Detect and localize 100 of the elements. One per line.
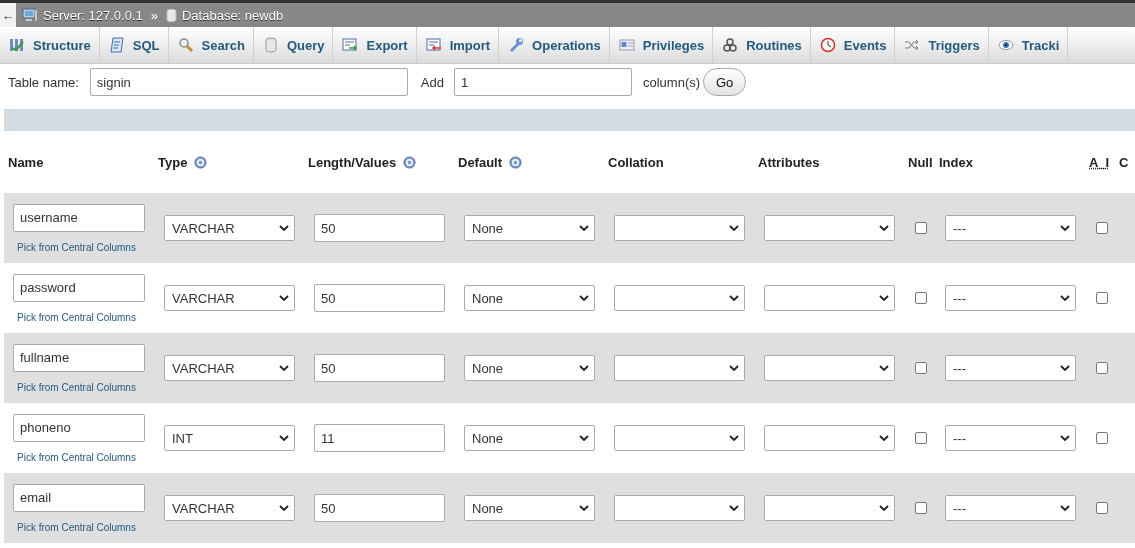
default-dropdown[interactable]: None <box>464 425 595 451</box>
pick-central-columns-link[interactable]: Pick from Central Columns <box>13 521 136 533</box>
null-checkbox[interactable] <box>915 502 927 514</box>
auto-increment-checkbox[interactable] <box>1096 432 1108 444</box>
column-header: Attributes <box>758 154 820 170</box>
pick-central-columns-link[interactable]: Pick from Central Columns <box>13 241 136 253</box>
pick-central-columns-link[interactable]: Pick from Central Columns <box>13 451 136 463</box>
help-icon[interactable] <box>509 155 523 169</box>
triggers-tab-icon <box>904 37 921 53</box>
back-button[interactable]: ← <box>0 3 16 27</box>
type-dropdown[interactable]: VARCHAR <box>164 215 295 241</box>
length-field[interactable]: 50 <box>314 284 445 312</box>
column-name-field[interactable]: fullname <box>13 343 145 372</box>
tab[interactable]: Operations <box>499 27 610 63</box>
tab[interactable]: Search <box>168 27 254 63</box>
chevron-icon <box>279 505 289 511</box>
column-header: Collation <box>608 154 664 170</box>
tab[interactable]: Structure <box>0 27 100 63</box>
type-dropdown[interactable]: VARCHAR <box>164 355 295 381</box>
column-header: A_I <box>1089 154 1110 170</box>
attributes-dropdown[interactable] <box>764 495 895 521</box>
pick-central-columns-link[interactable]: Pick from Central Columns <box>13 381 136 393</box>
attributes-dropdown[interactable] <box>764 355 895 381</box>
attributes-dropdown[interactable] <box>764 425 895 451</box>
column-header: Index <box>939 154 973 170</box>
auto-increment-checkbox[interactable] <box>1096 502 1108 514</box>
chevron-icon <box>1060 435 1070 441</box>
chevron-icon <box>1060 505 1070 511</box>
help-icon[interactable] <box>403 155 417 169</box>
chevron-icon <box>879 295 889 301</box>
length-field[interactable]: 50 <box>314 354 445 382</box>
column-name-field[interactable]: phoneno <box>13 413 145 442</box>
database-link[interactable]: Database: newdb <box>181 7 284 23</box>
tab[interactable]: Query <box>253 27 334 63</box>
length-field[interactable]: 11 <box>314 424 445 452</box>
index-dropdown[interactable]: --- <box>945 215 1076 241</box>
column-name-field[interactable]: username <box>13 203 145 232</box>
events-tab-icon <box>819 37 836 53</box>
tab[interactable]: Export <box>333 27 417 63</box>
index-dropdown[interactable]: --- <box>945 425 1076 451</box>
null-checkbox[interactable] <box>915 292 927 304</box>
tab[interactable]: Tracki <box>988 27 1069 63</box>
go-button[interactable]: Go <box>703 68 747 96</box>
default-dropdown[interactable]: None <box>464 215 595 241</box>
index-dropdown[interactable]: --- <box>945 495 1076 521</box>
collation-dropdown[interactable] <box>614 355 745 381</box>
operations-tab-icon <box>508 37 525 53</box>
attributes-dropdown[interactable] <box>764 285 895 311</box>
index-dropdown[interactable]: --- <box>945 355 1076 381</box>
column-name-field[interactable]: email <box>13 483 145 512</box>
import-tab-icon <box>425 37 442 53</box>
table-name-field[interactable]: signin <box>89 68 408 96</box>
tab[interactable]: Routines <box>713 27 811 63</box>
auto-increment-checkbox[interactable] <box>1096 362 1108 374</box>
index-dropdown[interactable]: --- <box>945 285 1076 311</box>
collation-dropdown[interactable] <box>614 285 745 311</box>
query-tab-icon <box>262 37 279 53</box>
breadcrumb-separator: » <box>150 7 158 23</box>
type-dropdown[interactable]: VARCHAR <box>164 495 295 521</box>
null-checkbox[interactable] <box>915 222 927 234</box>
database-icon <box>165 7 177 23</box>
column-header: C <box>1119 154 1129 170</box>
chevron-icon <box>1060 295 1070 301</box>
tab[interactable]: Events <box>810 27 896 63</box>
chevron-icon <box>579 225 589 231</box>
help-icon[interactable] <box>194 155 208 169</box>
chevron-icon <box>729 225 739 231</box>
chevron-icon <box>279 365 289 371</box>
length-field[interactable]: 50 <box>314 214 445 242</box>
server-link[interactable]: Server: 127.0.0.1 <box>43 7 143 23</box>
chevron-icon <box>729 365 739 371</box>
collation-dropdown[interactable] <box>614 425 745 451</box>
chevron-icon <box>729 505 739 511</box>
tab[interactable]: SQL <box>99 27 169 63</box>
null-checkbox[interactable] <box>915 432 927 444</box>
chevron-icon <box>879 505 889 511</box>
attributes-dropdown[interactable] <box>764 215 895 241</box>
default-dropdown[interactable]: None <box>464 495 595 521</box>
tab[interactable]: Import <box>416 27 500 63</box>
type-dropdown[interactable]: VARCHAR <box>164 285 295 311</box>
column-name-field[interactable]: password <box>13 273 145 302</box>
chevron-icon <box>1060 365 1070 371</box>
chevron-icon <box>579 295 589 301</box>
routines-tab-icon <box>722 37 739 53</box>
length-field[interactable]: 50 <box>314 494 445 522</box>
column-count-field[interactable]: 1 <box>453 68 632 96</box>
auto-increment-checkbox[interactable] <box>1096 222 1108 234</box>
pick-central-columns-link[interactable]: Pick from Central Columns <box>13 311 136 323</box>
sql-tab-icon <box>108 37 125 53</box>
null-checkbox[interactable] <box>915 362 927 374</box>
collation-dropdown[interactable] <box>614 495 745 521</box>
type-dropdown[interactable]: INT <box>164 425 295 451</box>
export-tab-icon <box>342 37 359 53</box>
tab[interactable]: Privileges <box>609 27 714 63</box>
collation-dropdown[interactable] <box>614 215 745 241</box>
default-dropdown[interactable]: None <box>464 355 595 381</box>
column-header: Type <box>158 154 188 170</box>
default-dropdown[interactable]: None <box>464 285 595 311</box>
tab[interactable]: Triggers <box>895 27 989 63</box>
auto-increment-checkbox[interactable] <box>1096 292 1108 304</box>
